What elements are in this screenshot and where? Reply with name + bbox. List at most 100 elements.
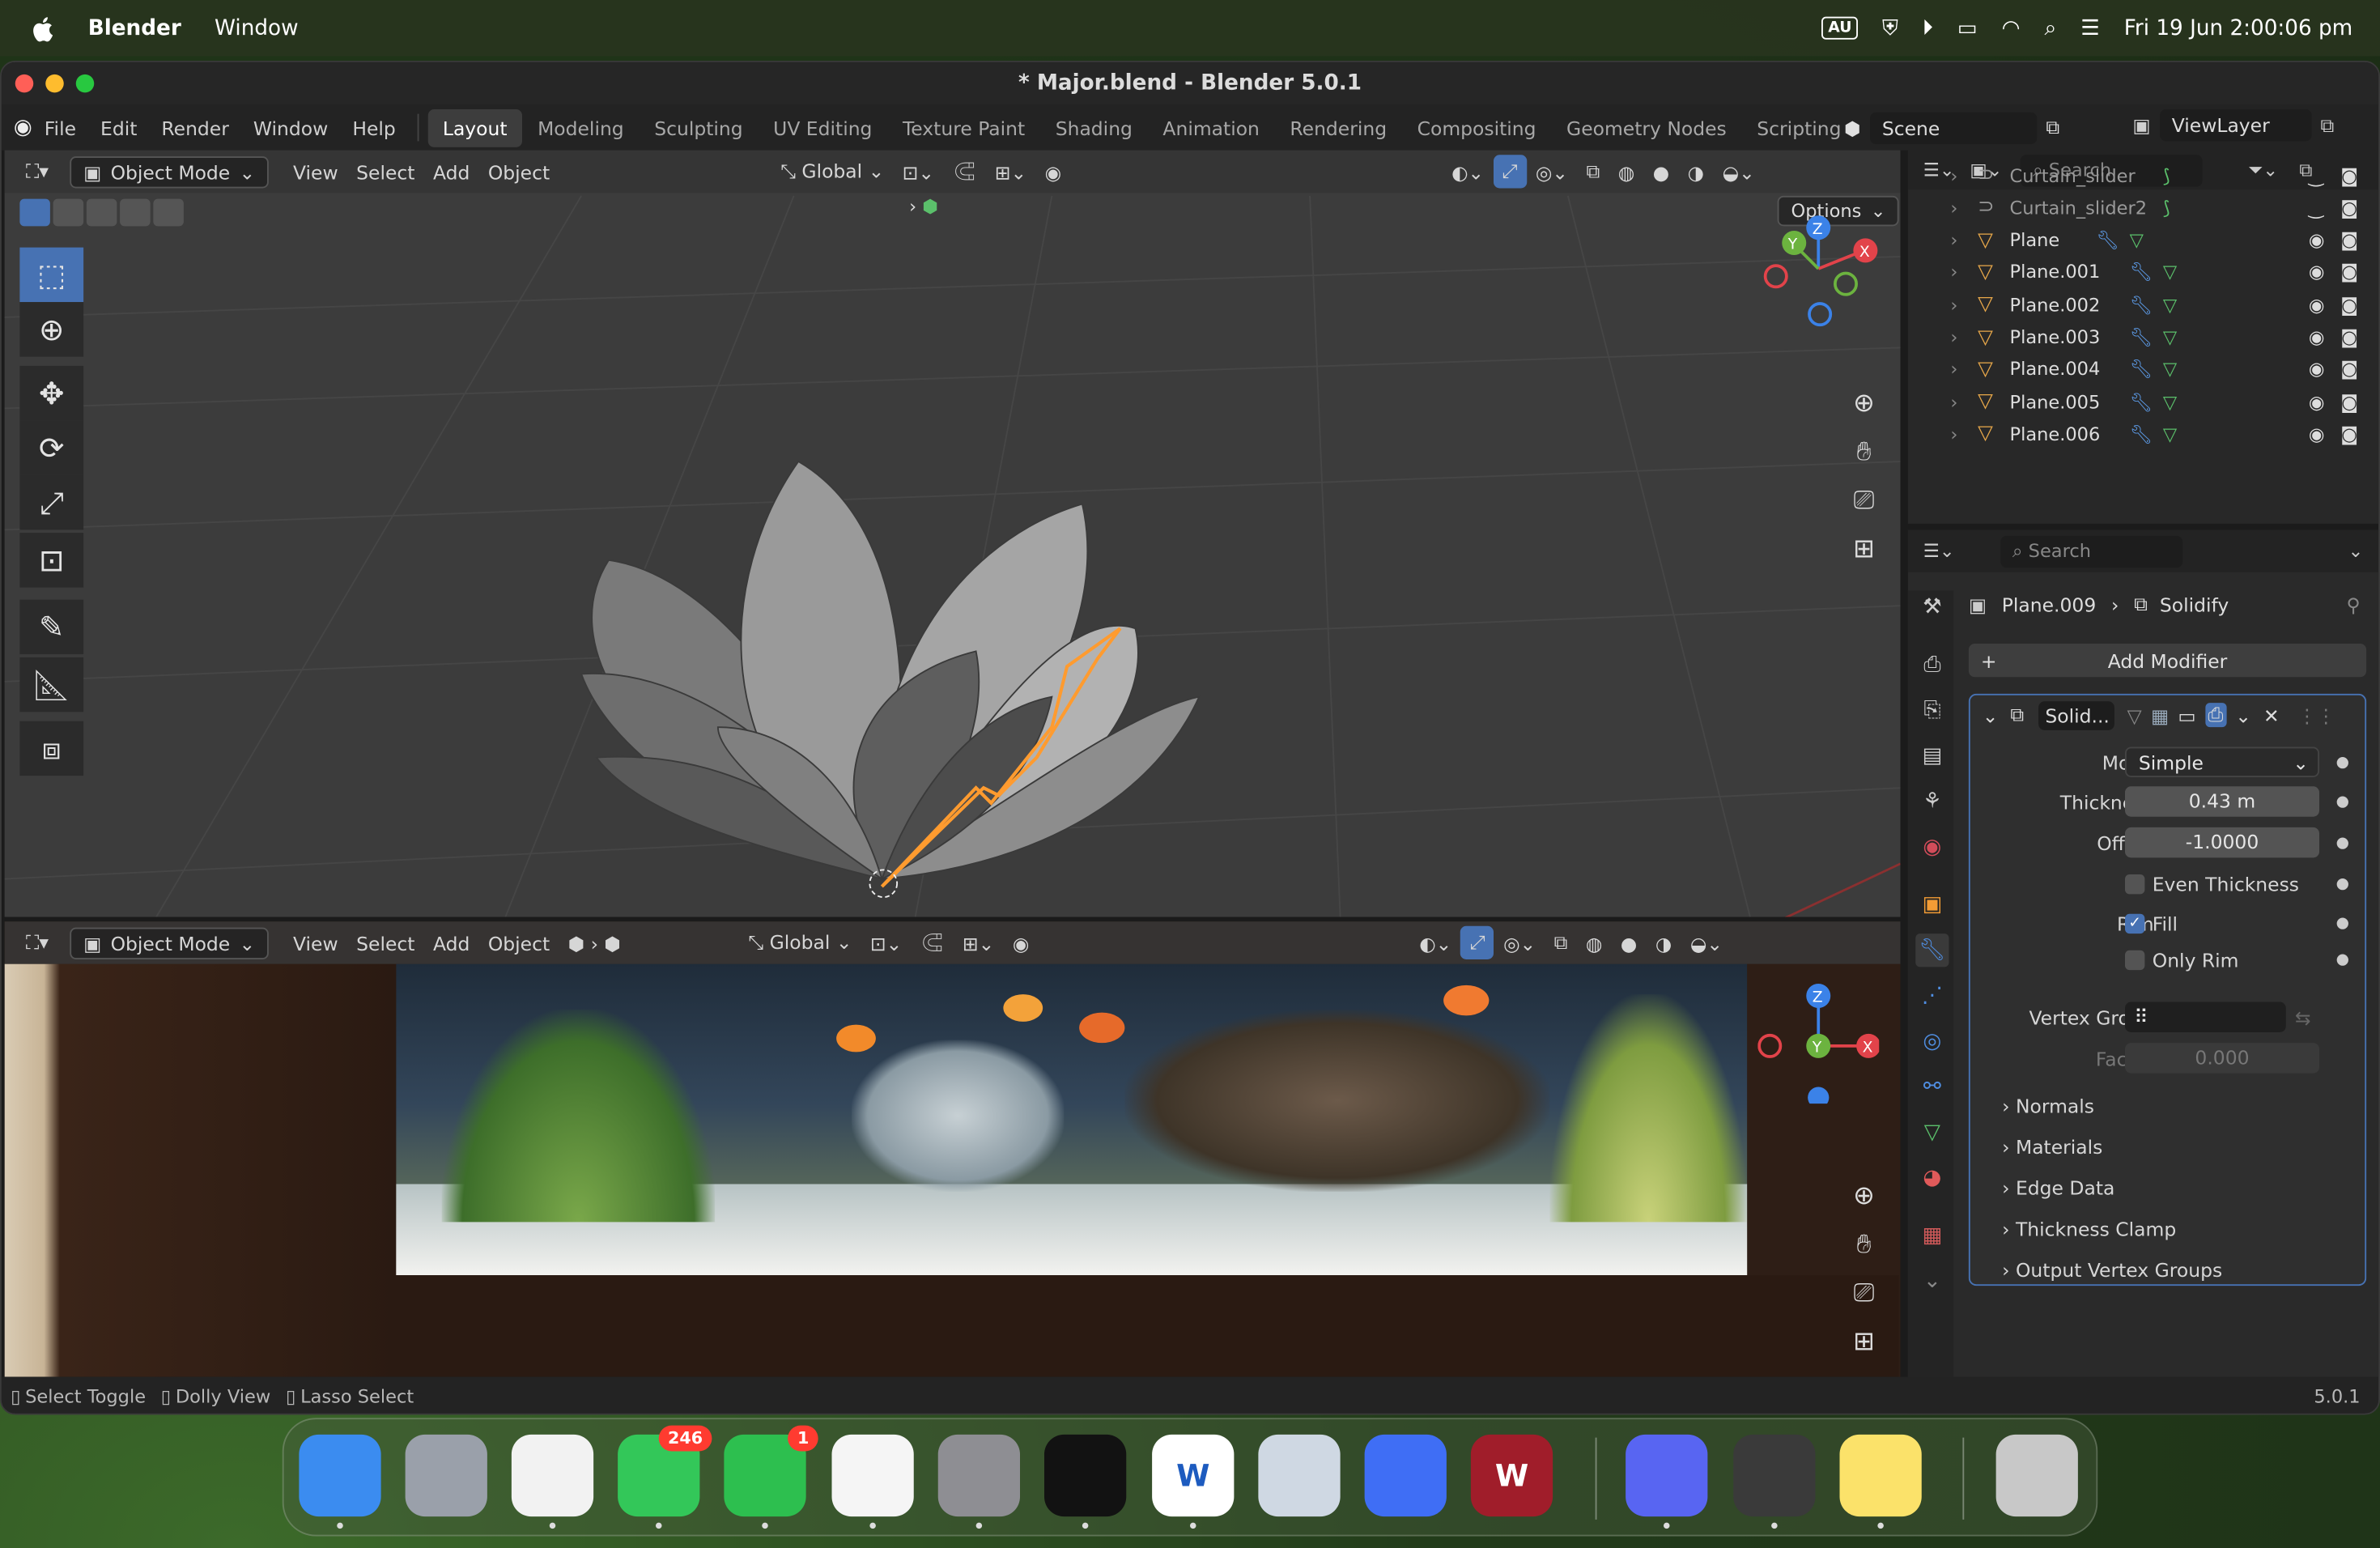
- menu-edit[interactable]: Edit: [88, 116, 149, 138]
- expand-chevron-icon[interactable]: ›: [1950, 164, 1957, 185]
- discord-icon[interactable]: [1626, 1434, 1708, 1529]
- viewport-3d-bottom[interactable]: ⛶▾ ▣ Object Mode ⌄ View Select Add Object …: [4, 921, 1901, 1377]
- outliner-row[interactable]: › ▽ Plane.006 🔧︎ ▽ ◉ ◙: [1908, 418, 2378, 449]
- active-app-name[interactable]: Blender: [88, 16, 181, 40]
- menu-add[interactable]: Add: [424, 927, 479, 959]
- cage-toggle-icon[interactable]: ▦: [2151, 704, 2169, 726]
- battery-icon[interactable]: ▭: [1957, 16, 1978, 40]
- tab-uv-editing[interactable]: UV Editing: [758, 108, 887, 147]
- collection-breadcrumb[interactable]: › ⬢: [909, 196, 938, 217]
- keyframe-dot-icon[interactable]: ●: [2336, 793, 2349, 810]
- navigation-gizmo[interactable]: Z X Y: [1757, 211, 1879, 333]
- expand-chevron-icon[interactable]: ›: [1950, 359, 1957, 380]
- render-toggle-icon[interactable]: ⎙: [2204, 703, 2227, 728]
- menu-render[interactable]: Render: [149, 116, 240, 138]
- editor-type-icon[interactable]: ⛶▾: [17, 926, 58, 959]
- solid-shading-icon[interactable]: ●: [1612, 927, 1647, 959]
- collapse-chevron-icon[interactable]: ⌄: [1983, 704, 1999, 726]
- section-normals[interactable]: › Normals: [2002, 1095, 2094, 1117]
- new-scene-icon[interactable]: ⧉: [2046, 116, 2059, 140]
- visibility-eye-icon[interactable]: ◉: [2309, 326, 2325, 347]
- gizmo-toggle-icon[interactable]: ⤢: [1460, 925, 1494, 959]
- pin-icon[interactable]: ⚲: [2346, 593, 2360, 615]
- remove-modifier-icon[interactable]: ✕: [2263, 704, 2280, 726]
- material-shading-icon[interactable]: ◑: [1647, 927, 1681, 959]
- perspective-toggle-icon[interactable]: ⊞: [1842, 1320, 1885, 1363]
- visibility-eye-icon[interactable]: ◉: [2309, 229, 2325, 250]
- snap-icon[interactable]: 🧲︎: [912, 926, 954, 959]
- add-cube-tool[interactable]: ⧈: [19, 721, 84, 776]
- render-camera-icon[interactable]: ◙: [2340, 391, 2358, 412]
- zoom-view-icon[interactable]: ⊕: [1842, 383, 1885, 426]
- rotate-tool[interactable]: ⟳: [19, 420, 84, 475]
- visibility-hidden-icon[interactable]: ‿: [2309, 197, 2323, 218]
- constraints-tab-icon[interactable]: ⚯: [1915, 1070, 1949, 1104]
- thickness-field[interactable]: 0.43 m: [2125, 786, 2319, 817]
- messages-icon[interactable]: 246: [618, 1425, 712, 1529]
- render-camera-icon[interactable]: ◙: [2340, 294, 2358, 315]
- curve-data-icon[interactable]: ⟆: [2163, 197, 2170, 218]
- camera-view-icon[interactable]: ⎚: [1842, 1272, 1885, 1315]
- expand-chevron-icon[interactable]: ›: [1950, 391, 1957, 412]
- transform-tool[interactable]: ⊡: [19, 533, 84, 588]
- word-icon[interactable]: W: [1152, 1434, 1235, 1529]
- editor-type-icon[interactable]: ⛶▾: [17, 155, 58, 188]
- mesh-data-icon[interactable]: ▽: [2163, 294, 2177, 315]
- visibility-eye-icon[interactable]: ◉: [2309, 359, 2325, 380]
- apple-icon[interactable]: [31, 15, 58, 42]
- render-tab-icon[interactable]: ⎙: [1915, 649, 1949, 682]
- tab-animation[interactable]: Animation: [1148, 108, 1275, 147]
- section-materials[interactable]: › Materials: [2002, 1136, 2102, 1159]
- finder-icon[interactable]: [299, 1434, 381, 1529]
- spotlight-search-icon[interactable]: ⌕: [2044, 16, 2056, 40]
- rendered-shading-icon[interactable]: ◒⌄: [1713, 155, 1764, 187]
- select-box-tool[interactable]: ⬚: [19, 247, 84, 303]
- modifier-name-field[interactable]: Solid...: [2038, 700, 2115, 729]
- render-camera-icon[interactable]: ◙: [2340, 164, 2358, 185]
- mode-dropdown[interactable]: Simple ⌄: [2125, 746, 2319, 777]
- view-layer-selector[interactable]: ▣ ViewLayer ⧉: [2132, 109, 2335, 142]
- modifier-tab-icon[interactable]: 🔧︎: [1915, 933, 1949, 968]
- mesh-data-icon[interactable]: ▽: [2163, 326, 2177, 347]
- only-rim-checkbox[interactable]: [2125, 949, 2145, 970]
- mesh-data-icon[interactable]: ▽: [2163, 391, 2177, 412]
- mesh-data-icon[interactable]: ▽: [2163, 359, 2177, 380]
- keyframe-dot-icon[interactable]: ●: [2336, 875, 2349, 892]
- invert-vertex-group-icon[interactable]: ⇆: [2295, 1006, 2311, 1028]
- factor-field[interactable]: 0.000: [2125, 1043, 2319, 1074]
- outliner-row[interactable]: › ▽ Plane.005 🔧︎ ▽ ◉ ◙: [1908, 385, 2378, 417]
- material-shading-icon[interactable]: ◑: [1678, 155, 1713, 187]
- collection-breadcrumb[interactable]: ⬢ › ⬢: [559, 927, 630, 959]
- menu-object[interactable]: Object: [479, 927, 559, 959]
- scene-name[interactable]: Scene: [1869, 111, 2038, 144]
- settings-icon[interactable]: [937, 1434, 1020, 1529]
- tab-sculpting[interactable]: Sculpting: [639, 108, 758, 147]
- pan-view-icon[interactable]: ✋︎: [1842, 432, 1885, 474]
- mode-dropdown[interactable]: ▣ Object Mode ⌄: [70, 926, 270, 959]
- world-tab-icon[interactable]: ◉: [1915, 831, 1949, 864]
- texture-tab-icon[interactable]: ▦: [1915, 1219, 1949, 1252]
- outliner-row[interactable]: › ⊃ Curtain_slider2 ⟆ ‿ ◙: [1908, 192, 2378, 223]
- modifier-icon[interactable]: 🔧︎: [2130, 294, 2153, 315]
- modifier-icon[interactable]: 🔧︎: [2096, 229, 2119, 250]
- new-view-layer-icon[interactable]: ⧉: [2321, 113, 2335, 138]
- w-shield-icon[interactable]: W: [1470, 1434, 1553, 1517]
- clock[interactable]: Fri 19 Jun 2:00:06 pm: [2124, 16, 2353, 40]
- physics-tab-icon[interactable]: ◎: [1915, 1025, 1949, 1058]
- keyframe-dot-icon[interactable]: ●: [2336, 754, 2349, 771]
- outliner-row[interactable]: › ▽ Plane.001 🔧︎ ▽ ◉ ◙: [1908, 257, 2378, 288]
- chevron-down-icon[interactable]: ⌄: [1915, 1265, 1949, 1298]
- tab-compositing[interactable]: Compositing: [1402, 108, 1551, 147]
- trash-icon[interactable]: [1995, 1434, 2078, 1517]
- chevron-down-icon[interactable]: ⌄: [2348, 541, 2364, 562]
- tab-shading[interactable]: Shading: [1040, 108, 1148, 147]
- preview-icon[interactable]: [1258, 1434, 1341, 1517]
- wireframe-shading-icon[interactable]: ◍: [1609, 155, 1643, 187]
- select-new-icon[interactable]: [19, 198, 50, 227]
- navigation-gizmo[interactable]: Z X Y: [1757, 982, 1880, 1104]
- scene-tab-icon[interactable]: ⚘: [1915, 785, 1949, 818]
- expand-chevron-icon[interactable]: ›: [1950, 262, 1957, 283]
- gizmo-toggle-icon[interactable]: ⤢: [1493, 155, 1527, 189]
- render-camera-icon[interactable]: ◙: [2340, 197, 2358, 218]
- expand-chevron-icon[interactable]: ›: [1950, 294, 1957, 315]
